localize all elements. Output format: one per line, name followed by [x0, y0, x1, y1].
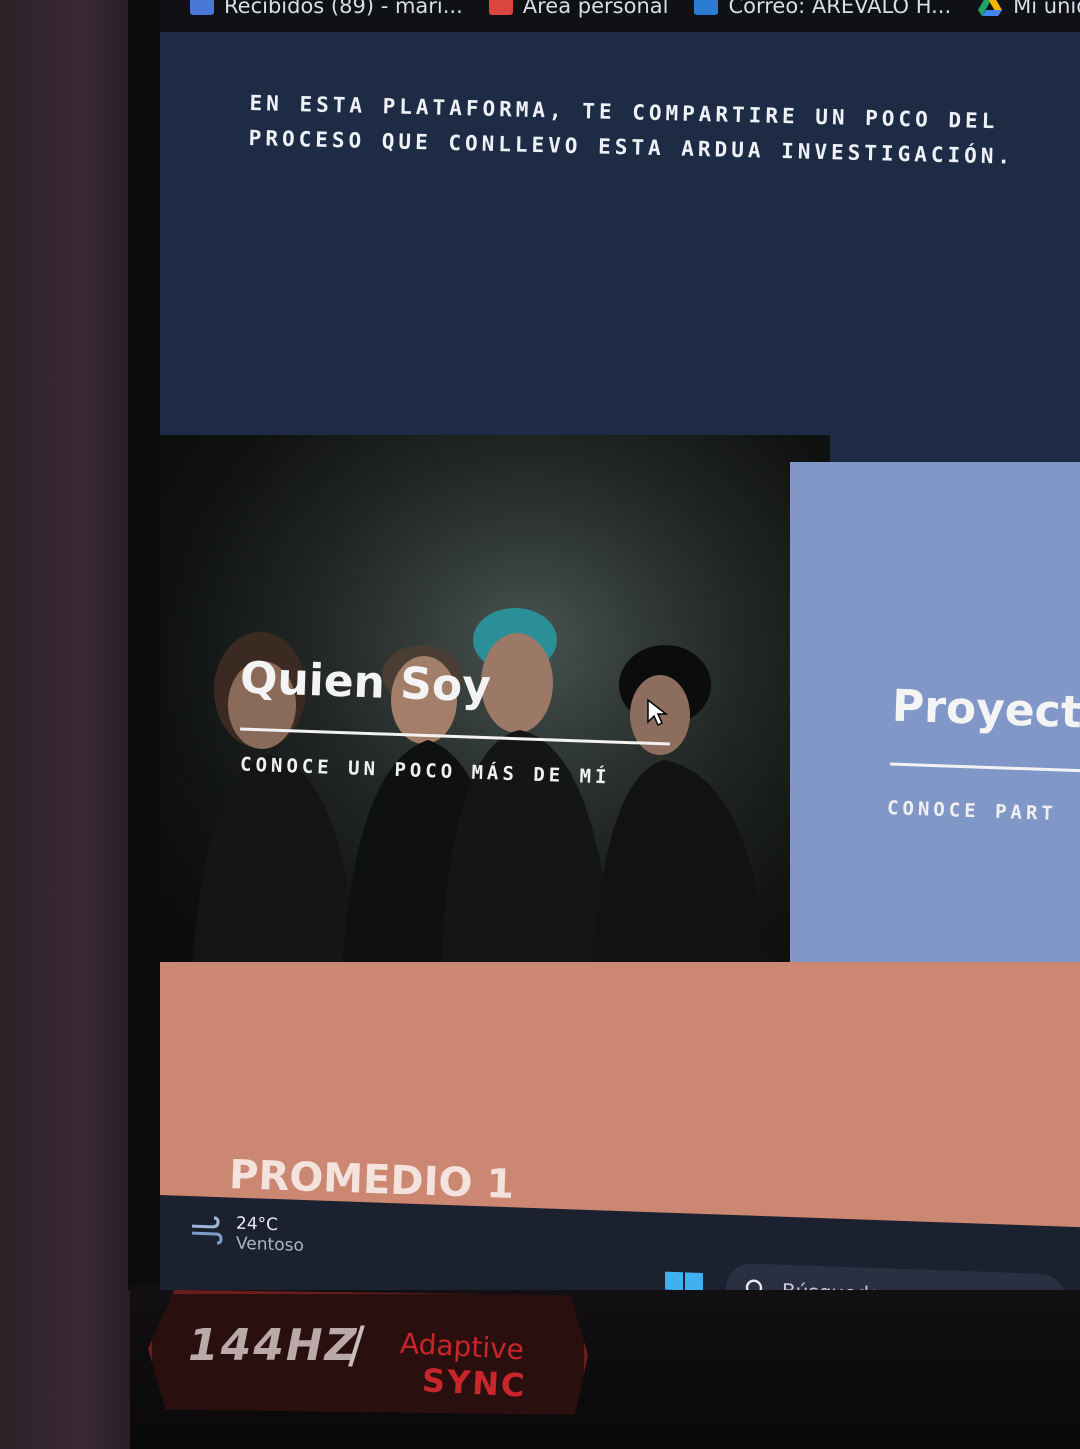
outlook-icon: [694, 0, 719, 15]
proyecto-subtitle: CONOCE PART: [886, 797, 1058, 825]
google-drive-icon: [978, 0, 1003, 16]
bookmarks-bar: Recibidos (89) - mari... Área personal C…: [160, 0, 1080, 32]
weather-widget[interactable]: 24°C Ventoso: [188, 1212, 304, 1256]
moodle-icon: [488, 0, 513, 15]
bookmark-correo[interactable]: Correo: AREVALO H...: [694, 0, 951, 18]
search-label: Búsqueda: [782, 1279, 881, 1290]
hero-text: EN ESTA PLATAFORMA, TE COMPARTIRE UN POC…: [248, 90, 1015, 169]
windows-start-icon[interactable]: [664, 1271, 704, 1290]
bookmark-label: Área personal: [522, 0, 669, 18]
monitor-screen: Recibidos (89) - mari... Área personal C…: [160, 0, 1080, 1290]
quien-soy-title: Quien Soy: [239, 652, 492, 713]
weather-description: Ventoso: [236, 1233, 304, 1257]
proyecto-divider: [890, 762, 1080, 773]
wind-icon: [192, 1216, 223, 1245]
weather-temperature: 24°C: [236, 1213, 279, 1236]
taskbar-search[interactable]: Búsqueda: [726, 1262, 1066, 1290]
quien-soy-card[interactable]: Quien Soy CONOCE UN POCO MÁS DE MÍ: [160, 435, 830, 1005]
sticker-sync: SYNC: [421, 1361, 528, 1405]
sticker-adaptive: Adaptive: [399, 1326, 525, 1367]
bookmark-area-personal[interactable]: Área personal: [488, 0, 669, 18]
monitor-sticker: 144HZ / Adaptive SYNC: [148, 1290, 588, 1415]
hero-section: EN ESTA PLATAFORMA, TE COMPARTIRE UN POC…: [160, 32, 1080, 462]
band-photo: [160, 435, 830, 1005]
bookmark-label: Recibidos (89) - mari...: [224, 0, 463, 18]
proyecto-title: Proyect: [891, 680, 1080, 739]
mouse-cursor-icon: [647, 698, 668, 727]
bookmark-label: Correo: AREVALO H...: [728, 0, 952, 18]
bookmark-label: Mi unidad: [1013, 0, 1080, 18]
search-icon: [745, 1279, 763, 1290]
sticker-refresh-rate: 144HZ: [188, 1320, 359, 1371]
bookmark-gmail[interactable]: Recibidos (89) - mari...: [190, 0, 463, 18]
bookmark-mi-unidad[interactable]: Mi unidad: [977, 0, 1080, 18]
gmail-icon: [190, 0, 214, 15]
proyecto-card[interactable]: Proyect CONOCE PART: [790, 462, 1080, 1027]
sticker-slash: /: [348, 1316, 365, 1374]
